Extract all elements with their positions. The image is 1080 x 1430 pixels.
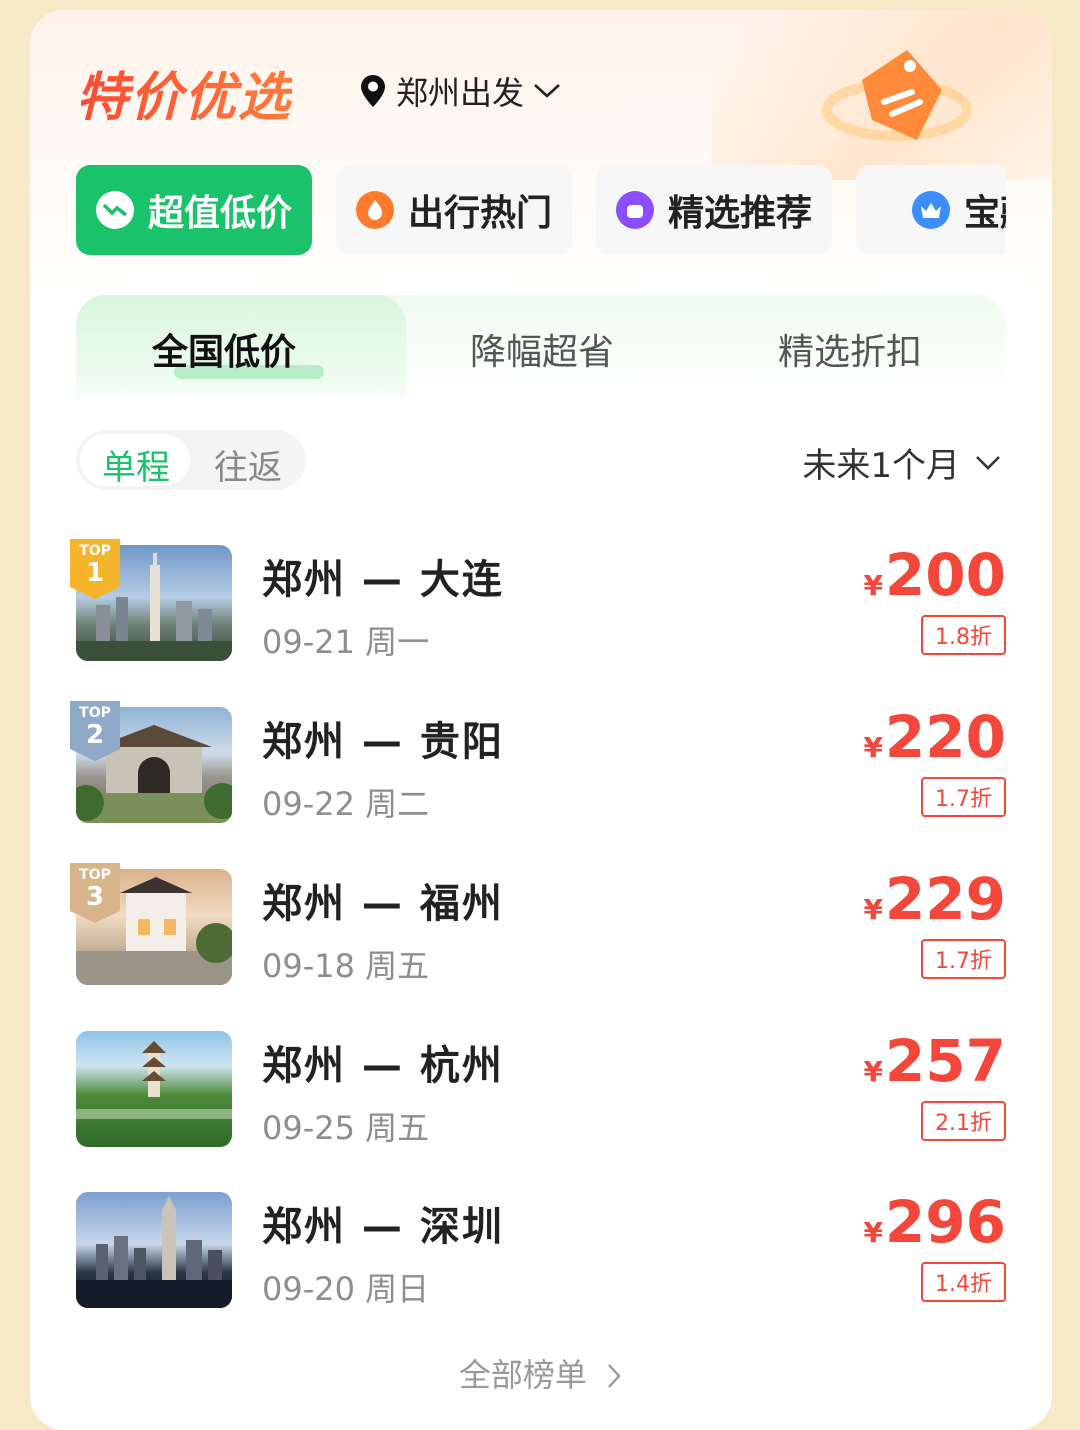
chevron-right-icon bbox=[608, 1364, 621, 1388]
badge-top-label: TOP bbox=[79, 867, 111, 883]
route-name: 郑州 — 大连 bbox=[262, 557, 504, 603]
date-range-label: 未来1个月 bbox=[802, 446, 960, 486]
trend-icon bbox=[95, 191, 134, 229]
category-tab-value[interactable]: 超值低价 bbox=[76, 165, 312, 255]
badge-rank: 1 bbox=[85, 558, 105, 588]
rank-badge: TOP 1 bbox=[70, 539, 120, 599]
sub-tab-price-drop[interactable]: 降幅超省 bbox=[470, 323, 614, 375]
route-price: ¥229 bbox=[863, 865, 1006, 933]
date-range-selector[interactable]: 未来1个月 bbox=[802, 438, 1002, 487]
route-name: 郑州 — 深圳 bbox=[262, 1204, 504, 1250]
departure-selector[interactable]: 郑州出发 bbox=[360, 68, 572, 114]
currency-symbol: ¥ bbox=[863, 893, 883, 926]
route-date: 09-18 周五 bbox=[262, 947, 430, 985]
route-date: 09-22 周二 bbox=[262, 785, 430, 823]
badge-rank: 3 bbox=[85, 882, 105, 912]
category-label: 超值低价 bbox=[147, 193, 292, 234]
route-row[interactable]: TOP 2 郑州 — 贵阳 09-22 周二 ¥220 1.7折 bbox=[70, 701, 1006, 837]
route-price: ¥220 bbox=[863, 703, 1006, 771]
price-value: 220 bbox=[884, 703, 1006, 771]
category-tab-recommend[interactable]: 精选推荐 bbox=[596, 165, 832, 255]
currency-symbol: ¥ bbox=[863, 1055, 883, 1088]
destination-thumbnail bbox=[76, 1031, 232, 1147]
discount-badge: 1.7折 bbox=[921, 777, 1006, 817]
badge-top-label: TOP bbox=[79, 705, 111, 721]
location-pin-icon bbox=[361, 75, 385, 107]
category-label: 精选推荐 bbox=[667, 193, 812, 234]
category-label: 宝藏 bbox=[963, 193, 1006, 234]
route-price: ¥257 bbox=[863, 1027, 1006, 1095]
route-date: 09-20 周日 bbox=[262, 1270, 430, 1308]
route-price: ¥200 bbox=[863, 541, 1006, 609]
discount-badge: 1.8折 bbox=[921, 615, 1006, 655]
rank-badge: TOP 3 bbox=[70, 863, 120, 923]
price-value: 229 bbox=[884, 865, 1006, 933]
destination-thumbnail bbox=[76, 1192, 232, 1308]
sub-tab-discount[interactable]: 精选折扣 bbox=[778, 323, 922, 375]
page-title: 特价优选 bbox=[76, 55, 292, 130]
departure-city: 郑州出发 bbox=[396, 74, 525, 112]
fire-icon bbox=[355, 191, 394, 229]
price-value: 296 bbox=[884, 1188, 1006, 1256]
badge-top-label: TOP bbox=[79, 543, 111, 559]
category-tab-treasure[interactable]: 宝藏 bbox=[856, 165, 1006, 255]
chevron-down-icon bbox=[976, 455, 1000, 470]
price-value: 257 bbox=[884, 1027, 1006, 1095]
currency-symbol: ¥ bbox=[863, 569, 883, 602]
view-all-link[interactable]: 全部榜单 bbox=[30, 1350, 1052, 1396]
rank-badge: TOP 2 bbox=[70, 701, 120, 761]
discount-badge: 2.1折 bbox=[921, 1101, 1006, 1141]
discount-badge: 1.4折 bbox=[921, 1262, 1006, 1302]
category-label: 出行热门 bbox=[407, 193, 552, 234]
sub-tab-national-low[interactable]: 全国低价 bbox=[152, 323, 296, 375]
route-row[interactable]: TOP 3 郑州 — 福州 09-18 周五 ¥229 1.7折 bbox=[70, 863, 1006, 999]
route-row[interactable]: TOP 1 郑州 — 大连 09-21 周一 ¥200 1.8折 bbox=[70, 539, 1006, 675]
badge-rank: 2 bbox=[85, 720, 105, 750]
trip-type-toggle: 单程 往返 bbox=[76, 430, 306, 490]
round-trip-option[interactable]: 往返 bbox=[214, 440, 282, 489]
discount-badge: 1.7折 bbox=[921, 939, 1006, 979]
chevron-down-icon bbox=[534, 84, 560, 98]
category-tab-hot[interactable]: 出行热门 bbox=[336, 165, 572, 255]
currency-symbol: ¥ bbox=[863, 1216, 883, 1249]
route-name: 郑州 — 福州 bbox=[262, 881, 504, 927]
price-value: 200 bbox=[884, 541, 1006, 609]
deals-card: 特价优选 郑州出发 超值低价 出行热门 精选推荐 宝 全国低价 降幅超省 精选折… bbox=[30, 10, 1052, 1430]
route-date: 09-21 周一 bbox=[262, 623, 430, 661]
route-name: 郑州 — 杭州 bbox=[262, 1043, 504, 1089]
route-name: 郑州 — 贵阳 bbox=[262, 719, 504, 765]
crown-icon bbox=[911, 191, 950, 229]
one-way-option[interactable]: 单程 bbox=[102, 440, 170, 489]
price-tag-icon bbox=[822, 50, 972, 141]
sub-tabs: 全国低价 降幅超省 精选折扣 bbox=[76, 295, 1006, 395]
category-tabs: 超值低价 出行热门 精选推荐 宝藏 bbox=[76, 165, 1006, 255]
route-row[interactable]: 郑州 — 深圳 09-20 周日 ¥296 1.4折 bbox=[76, 1188, 1006, 1322]
route-row[interactable]: 郑州 — 杭州 09-25 周五 ¥257 2.1折 bbox=[76, 1027, 1006, 1161]
route-date: 09-25 周五 bbox=[262, 1109, 430, 1147]
route-price: ¥296 bbox=[863, 1188, 1006, 1256]
header: 特价优选 bbox=[76, 52, 292, 132]
view-all-label: 全部榜单 bbox=[458, 1356, 587, 1394]
currency-symbol: ¥ bbox=[863, 731, 883, 764]
thumbs-up-icon bbox=[615, 191, 654, 229]
